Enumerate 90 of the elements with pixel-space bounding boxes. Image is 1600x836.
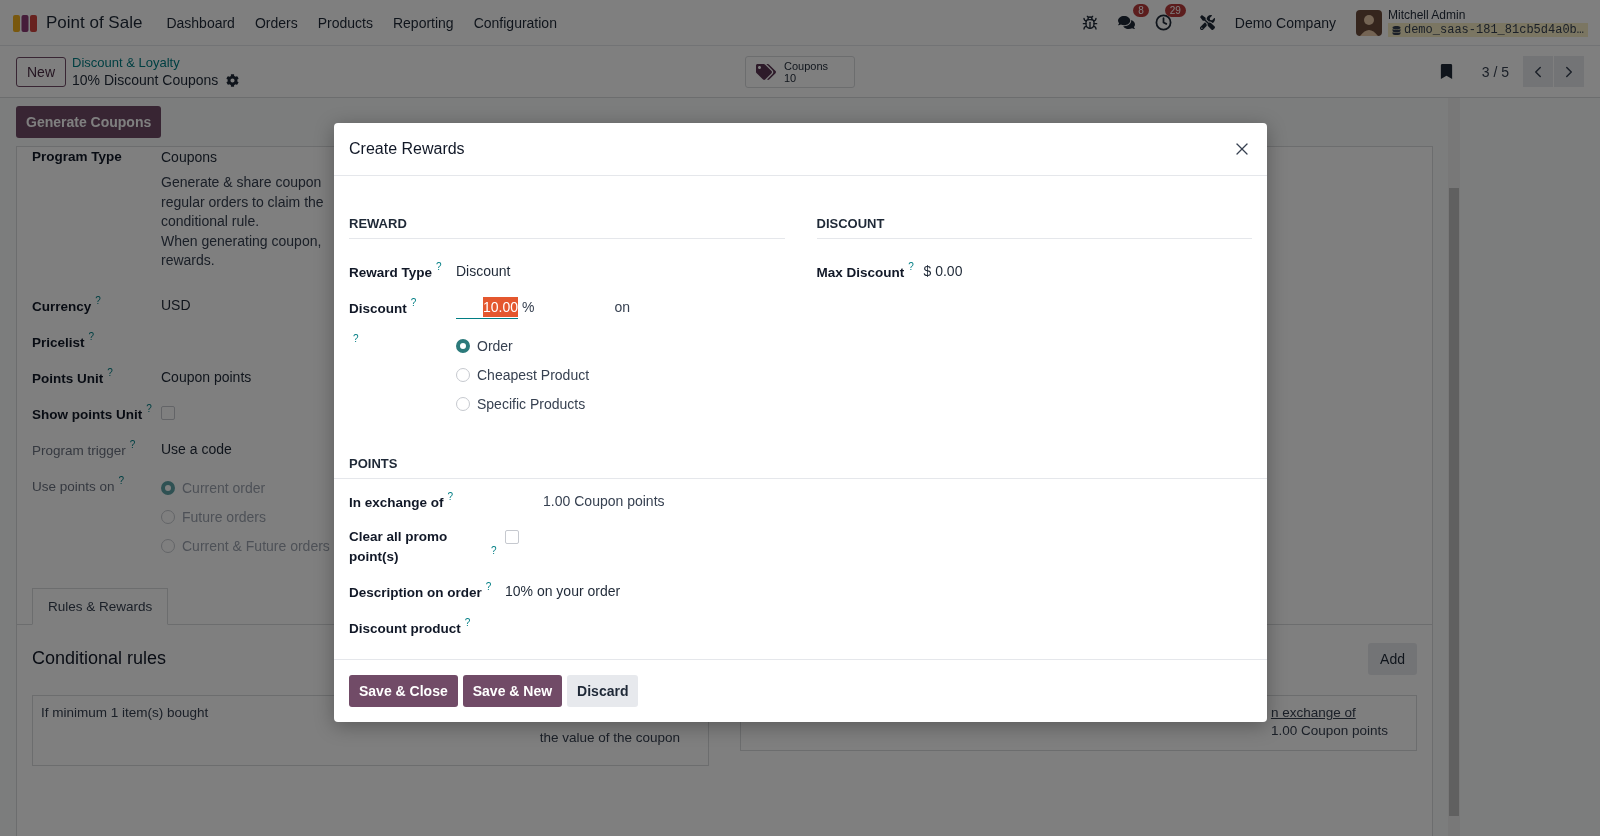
field-value: 10% on your order — [505, 582, 621, 601]
rule-text: If minimum 1 item(s) bought — [41, 704, 209, 720]
unit-label: Coupon points — [574, 492, 665, 511]
tab[interactable]: Rules & Rewards — [32, 587, 169, 625]
help-icon[interactable]: ? — [491, 545, 497, 557]
field-label: Reward Type — [349, 264, 433, 282]
radio-label: Cheapest Product — [477, 366, 590, 385]
radio-button[interactable] — [456, 339, 470, 353]
checkbox[interactable] — [505, 530, 519, 544]
help-icon[interactable]: ? — [464, 617, 471, 629]
field-label: In exchange of — [349, 494, 444, 512]
dialog-button[interactable]: Save & Close — [349, 675, 458, 707]
field-label: Pricelist — [32, 333, 85, 352]
user-avatar[interactable] — [1355, 9, 1382, 36]
field-value: $ 0.00 — [923, 262, 963, 281]
field-suffix: on — [614, 298, 631, 317]
section-heading: POINTS — [334, 456, 1267, 479]
notification-count: 8 — [1133, 4, 1149, 17]
breadcrumb-link[interactable]: Discount & Loyalty — [72, 55, 240, 70]
app-logo[interactable] — [12, 12, 38, 33]
dialog-button[interactable]: Save & New — [462, 675, 563, 707]
unit-label: % — [522, 298, 535, 317]
checkbox[interactable] — [161, 405, 175, 420]
app-name[interactable]: Point of Sale — [46, 12, 143, 33]
field-value: Use a code — [161, 439, 232, 459]
settings-icon[interactable] — [226, 73, 240, 87]
help-icon[interactable]: ? — [88, 330, 95, 343]
dialog-button[interactable]: Discard — [567, 675, 639, 707]
help-icon[interactable]: ? — [107, 366, 113, 379]
chat-icon[interactable] — [1117, 14, 1135, 31]
section-heading: REWARD — [349, 216, 785, 239]
field-label: Discount — [349, 300, 407, 318]
menu-item[interactable]: Dashboard — [156, 14, 245, 31]
field-label: Currency — [32, 297, 92, 316]
field-value: 1.00 — [543, 492, 571, 511]
next-button[interactable] — [1554, 56, 1584, 87]
pager-value: 3 / 5 — [1481, 63, 1509, 80]
field-value: USD — [161, 295, 191, 315]
menu-item[interactable]: Reporting — [382, 14, 464, 31]
help-icon[interactable]: ? — [353, 333, 359, 345]
bug-icon[interactable] — [1081, 14, 1098, 31]
help-icon[interactable]: ? — [908, 261, 914, 273]
field-label: Discount product — [349, 620, 461, 638]
menu-item[interactable]: Configuration — [463, 14, 567, 31]
new-button[interactable]: New — [16, 56, 66, 87]
section-title: Conditional rules — [32, 648, 167, 669]
menu-item[interactable]: Orders — [244, 14, 308, 31]
generate-coupons-button[interactable]: Generate Coupons — [16, 106, 162, 138]
field-label: Program Type — [32, 148, 122, 166]
field-value: Coupon points — [161, 367, 252, 387]
section-heading: DISCOUNT — [816, 216, 1252, 239]
coupons-stat-button[interactable]: Coupons 10 — [744, 55, 855, 88]
help-icon[interactable]: ? — [146, 402, 152, 415]
help-icon[interactable]: ? — [447, 491, 454, 503]
field-label: Show points Unit — [32, 405, 143, 424]
field-label: Points Unit — [32, 369, 104, 388]
field-label: Use points on — [32, 477, 115, 496]
record-title: 10% Discount Coupons — [72, 72, 219, 88]
reward-link[interactable]: n exchange of — [1270, 704, 1388, 720]
field-label: Description on order — [349, 584, 482, 602]
radio-button[interactable] — [456, 368, 470, 382]
field-label: Clear all promo point(s) — [349, 528, 449, 566]
field-value: Discount — [456, 262, 511, 281]
description-text: Generate & share coupon regular orders to claim the conditional rule. When generating coupon, rewards. — [161, 173, 324, 270]
company-name[interactable]: Demo Company — [1234, 14, 1336, 31]
menu-item[interactable]: Products — [307, 14, 383, 31]
database-name: demo_saas-181_81cb5d4a0b… — [1387, 23, 1588, 37]
bookmark-icon[interactable] — [1438, 64, 1454, 79]
user-name: Mitchell Admin — [1387, 8, 1467, 22]
scrollbar[interactable] — [1448, 98, 1460, 836]
field-label: Max Discount — [816, 264, 905, 282]
database-icon — [1391, 25, 1401, 35]
help-icon[interactable]: ? — [436, 261, 442, 273]
radio-label: Specific Products — [477, 395, 586, 414]
field-label: Program trigger — [32, 441, 126, 460]
help-icon[interactable]: ? — [410, 297, 417, 309]
tools-icon[interactable] — [1199, 15, 1215, 30]
activity-count: 29 — [1164, 4, 1186, 17]
add-button[interactable]: Add — [1368, 642, 1417, 675]
clock-icon[interactable] — [1154, 14, 1172, 31]
field-value: Coupons — [161, 148, 218, 167]
radio-label: Order — [477, 337, 513, 356]
rule-note: the value of the coupon — [539, 729, 680, 745]
radio-button[interactable] — [456, 397, 470, 411]
help-icon[interactable]: ? — [95, 294, 101, 307]
tags-icon — [755, 61, 776, 82]
dialog-title: Create Rewards — [349, 140, 465, 158]
help-icon[interactable]: ? — [485, 581, 492, 593]
previous-button[interactable] — [1523, 56, 1553, 87]
reward-text: 1.00 Coupon points — [1270, 722, 1388, 738]
